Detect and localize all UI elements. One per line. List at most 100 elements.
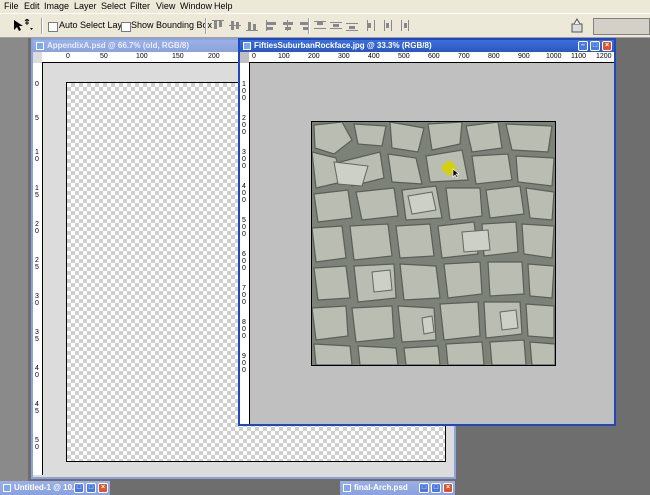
ruler-tick-label: 100 bbox=[278, 53, 290, 60]
close-button[interactable]: × bbox=[98, 483, 108, 493]
ruler-tick-label: 0 bbox=[35, 81, 39, 88]
ruler-tick-label: 4 bbox=[242, 183, 246, 190]
align-left-icon[interactable] bbox=[266, 20, 278, 31]
ruler-tick-label: 1 bbox=[242, 81, 246, 88]
ruler-tick-label: 0 bbox=[242, 326, 246, 333]
distribute-vcenter-icon[interactable] bbox=[330, 20, 342, 31]
distribute-hcenter-icon[interactable] bbox=[382, 20, 394, 31]
ruler-tick-label: 600 bbox=[428, 53, 440, 60]
ruler-tick-label: 200 bbox=[208, 53, 220, 60]
ruler-tick-label: 5 bbox=[35, 264, 39, 271]
ruler-tick-label: 0 bbox=[242, 333, 246, 340]
align-bottom-icon[interactable] bbox=[246, 20, 258, 31]
maximize-button[interactable]: □ bbox=[431, 483, 441, 493]
close-button[interactable]: × bbox=[602, 41, 612, 51]
menu-edit[interactable]: Edit bbox=[24, 0, 40, 13]
ruler-tick-label: 1 bbox=[35, 149, 39, 156]
ruler-tick-label: 0 bbox=[66, 53, 70, 60]
ruler-tick-label: 1100 bbox=[571, 53, 587, 60]
ruler-tick-label: 300 bbox=[338, 53, 350, 60]
ruler-tick-label: 0 bbox=[242, 129, 246, 136]
ruler-tick-label: 1200 bbox=[596, 53, 612, 60]
document-icon bbox=[243, 42, 251, 50]
menu-help[interactable]: Help bbox=[214, 0, 233, 13]
ruler-tick-label: 0 bbox=[242, 231, 246, 238]
ruler-tick-label: 0 bbox=[242, 95, 246, 102]
ruler-tick-label: 0 bbox=[242, 224, 246, 231]
menu-view[interactable]: View bbox=[156, 0, 175, 13]
move-cursor-icon bbox=[452, 168, 460, 179]
ruler-tick-label: 5 bbox=[242, 217, 246, 224]
window-title: AppendixA.psd @ 66.7% (old, RGB/8) bbox=[47, 41, 190, 50]
maximize-button[interactable]: □ bbox=[590, 41, 600, 51]
restore-button[interactable]: □ bbox=[419, 483, 429, 493]
vertical-ruler[interactable]: 1 0 0 2 0 0 3 0 0 4 0 0 5 0 0 6 0 0 7 0 … bbox=[240, 63, 250, 424]
ruler-tick-label: 900 bbox=[518, 53, 530, 60]
ruler-tick-label: 200 bbox=[308, 53, 320, 60]
ruler-tick-label: 0 bbox=[35, 228, 39, 235]
ruler-tick-label: 50 bbox=[100, 53, 108, 60]
rock-texture-image[interactable] bbox=[311, 121, 556, 366]
ruler-tick-label: 0 bbox=[242, 163, 246, 170]
ruler-tick-label: 0 bbox=[242, 367, 246, 374]
menu-select[interactable]: Select bbox=[101, 0, 126, 13]
options-bar: Auto Select Layer Show Bounding Box bbox=[0, 13, 650, 38]
ruler-tick-label: 0 bbox=[242, 360, 246, 367]
ruler-tick-label: 3 bbox=[242, 149, 246, 156]
align-vcenter-icon[interactable] bbox=[229, 20, 241, 31]
ruler-tick-label: 500 bbox=[398, 53, 410, 60]
bounding-box-checkbox[interactable] bbox=[121, 22, 131, 32]
ruler-tick-label: 0 bbox=[35, 372, 39, 379]
align-top-icon[interactable] bbox=[212, 20, 224, 31]
toolbox-strip bbox=[0, 38, 28, 495]
ruler-tick-label: 0 bbox=[242, 292, 246, 299]
vertical-ruler[interactable]: 0 5 1 0 1 5 2 0 2 5 3 0 3 5 4 0 4 5 5 0 bbox=[33, 63, 43, 475]
menu-image[interactable]: Image bbox=[44, 0, 69, 13]
ruler-tick-label: 0 bbox=[252, 53, 256, 60]
move-tool-icon[interactable] bbox=[12, 19, 34, 33]
close-button[interactable]: × bbox=[443, 483, 453, 493]
file-browser-icon[interactable] bbox=[570, 18, 584, 34]
ruler-tick-label: 0 bbox=[35, 444, 39, 451]
window-title: FiftiesSuburbanRockface.jpg @ 33.3% (RGB… bbox=[254, 41, 432, 50]
maximize-button[interactable]: □ bbox=[86, 483, 96, 493]
document-icon bbox=[343, 484, 351, 492]
auto-select-label: Auto Select Layer bbox=[59, 20, 131, 30]
minimize-button[interactable]: – bbox=[578, 41, 588, 51]
align-hcenter-icon[interactable] bbox=[282, 20, 294, 31]
distribute-top-icon[interactable] bbox=[314, 20, 326, 31]
ruler-tick-label: 0 bbox=[35, 300, 39, 307]
auto-select-checkbox[interactable] bbox=[48, 22, 58, 32]
minimized-window-final-arch[interactable]: final-Arch.psd □ □ × bbox=[340, 481, 455, 495]
distribute-bottom-icon[interactable] bbox=[346, 20, 358, 31]
palette-well[interactable] bbox=[593, 18, 650, 35]
window-title: Untitled-1 @ 10... bbox=[14, 483, 79, 492]
distribute-right-icon[interactable] bbox=[398, 20, 410, 31]
horizontal-ruler[interactable]: 0 100 200 300 400 500 600 700 800 900 10… bbox=[249, 52, 614, 63]
document-icon bbox=[36, 42, 44, 50]
ruler-tick-label: 0 bbox=[242, 156, 246, 163]
ruler-tick-label: 5 bbox=[35, 115, 39, 122]
menu-file[interactable]: File bbox=[4, 0, 19, 13]
menu-window[interactable]: Window bbox=[180, 0, 212, 13]
menu-filter[interactable]: Filter bbox=[130, 0, 150, 13]
ruler-tick-label: 0 bbox=[242, 299, 246, 306]
bounding-box-label: Show Bounding Box bbox=[131, 20, 213, 30]
ruler-tick-label: 0 bbox=[242, 88, 246, 95]
ruler-tick-label: 1 bbox=[35, 185, 39, 192]
distribute-left-icon[interactable] bbox=[366, 20, 378, 31]
restore-button[interactable]: □ bbox=[74, 483, 84, 493]
ruler-tick-label: 5 bbox=[35, 336, 39, 343]
ruler-tick-label: 0 bbox=[242, 265, 246, 272]
ruler-tick-label: 4 bbox=[35, 401, 39, 408]
menu-layer[interactable]: Layer bbox=[74, 0, 97, 13]
ruler-tick-label: 400 bbox=[368, 53, 380, 60]
minimized-window-untitled[interactable]: Untitled-1 @ 10... □ □ × bbox=[0, 481, 110, 495]
ruler-tick-label: 3 bbox=[35, 293, 39, 300]
ruler-tick-label: 9 bbox=[242, 353, 246, 360]
ruler-tick-label: 7 bbox=[242, 285, 246, 292]
ruler-tick-label: 0 bbox=[242, 258, 246, 265]
separator bbox=[41, 18, 43, 34]
menu-bar: File Edit Image Layer Select Filter View… bbox=[0, 0, 650, 13]
titlebar-rockface[interactable]: FiftiesSuburbanRockface.jpg @ 33.3% (RGB… bbox=[240, 40, 614, 52]
